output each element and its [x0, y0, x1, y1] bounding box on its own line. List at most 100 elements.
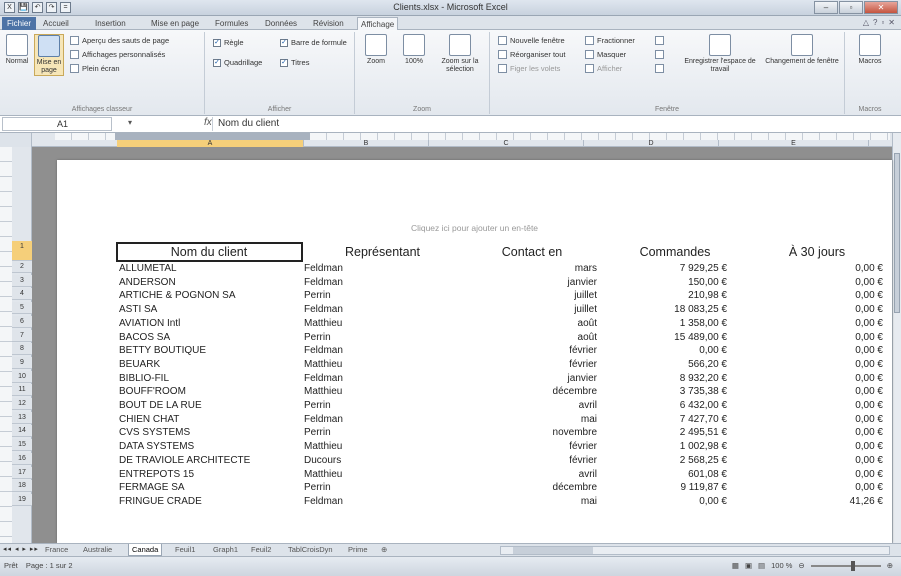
close-workbook-icon[interactable]: ✕: [888, 18, 895, 27]
row-header[interactable]: 8: [12, 343, 32, 356]
row-header[interactable]: 13: [12, 411, 32, 424]
zoom-slider[interactable]: [810, 560, 881, 571]
page-layout-view-button[interactable]: Mise en page: [34, 34, 64, 76]
sheet-nav-buttons[interactable]: ◂◂ ◂ ▸ ▸▸: [3, 545, 39, 553]
switch-windows-button[interactable]: Changement de fenêtre: [762, 34, 842, 66]
cell-client-name[interactable]: BIBLIO-FIL: [119, 372, 299, 385]
row-header[interactable]: 10: [12, 370, 32, 383]
cell-contact-month[interactable]: février: [445, 440, 597, 453]
cell-a-30-jours[interactable]: 0,00 €: [733, 289, 883, 302]
row-header[interactable]: 1: [12, 241, 32, 261]
close-button[interactable]: ✕: [864, 1, 898, 14]
help-icon[interactable]: ?: [873, 18, 877, 27]
cell-a-30-jours[interactable]: 0,00 €: [733, 358, 883, 371]
horizontal-scroll-thumb[interactable]: [513, 547, 593, 554]
insert-function-button[interactable]: fx: [204, 117, 212, 128]
cell-client-name[interactable]: ALLUMETAL: [119, 262, 299, 275]
minimize-ribbon-icon[interactable]: △: [863, 18, 869, 27]
tab-insertion[interactable]: Insertion: [92, 17, 129, 30]
sheet-tab-prime[interactable]: Prime: [345, 544, 371, 556]
sheet-tab-australie[interactable]: Australie: [80, 544, 115, 556]
cell-representant[interactable]: Feldman: [304, 303, 434, 316]
cell-client-name[interactable]: DE TRAVIOLE ARCHITECTE: [119, 454, 299, 467]
row-header[interactable]: 3: [12, 274, 32, 287]
row-header[interactable]: 15: [12, 439, 32, 452]
cell-contact-month[interactable]: juillet: [445, 303, 597, 316]
macros-button[interactable]: Macros: [851, 34, 889, 66]
scroll-thumb[interactable]: [894, 153, 900, 313]
row-header[interactable]: 11: [12, 384, 32, 397]
column-header-a[interactable]: A: [117, 140, 304, 147]
cell-contact-month[interactable]: février: [445, 454, 597, 467]
cell-commandes[interactable]: 18 083,25 €: [599, 303, 727, 316]
normal-view-status-icon[interactable]: ▦: [732, 561, 739, 570]
cell-client-name[interactable]: AVIATION Intl: [119, 317, 299, 330]
maximize-button[interactable]: ▫: [839, 1, 863, 14]
cell-client-name[interactable]: FERMAGE SA: [119, 481, 299, 494]
cell-client-name[interactable]: BETTY BOUTIQUE: [119, 344, 299, 357]
horizontal-scrollbar[interactable]: [500, 546, 890, 555]
chevron-down-icon[interactable]: ▾: [128, 118, 132, 127]
cell-representant[interactable]: Feldman: [304, 372, 434, 385]
cell-commandes[interactable]: 601,08 €: [599, 468, 727, 481]
gridlines-checkbox[interactable]: ✓ Quadrillage: [213, 58, 262, 67]
cell-client-name[interactable]: BOUT DE LA RUE: [119, 399, 299, 412]
cell-a-30-jours[interactable]: 0,00 €: [733, 276, 883, 289]
tab-formules[interactable]: Formules: [212, 17, 251, 30]
row-header[interactable]: 4: [12, 288, 32, 301]
cell-a-30-jours[interactable]: 0,00 €: [733, 385, 883, 398]
cell-contact-month[interactable]: février: [445, 358, 597, 371]
row-header[interactable]: 12: [12, 398, 32, 410]
column-header-d[interactable]: D: [584, 140, 719, 147]
cell-commandes[interactable]: 9 119,87 €: [599, 481, 727, 494]
cell-a-30-jours[interactable]: 0,00 €: [733, 317, 883, 330]
header-representant[interactable]: Représentant: [305, 242, 460, 262]
cell-commandes[interactable]: 15 489,00 €: [599, 331, 727, 344]
cell-representant[interactable]: Feldman: [304, 495, 434, 508]
tab-mise-en-page[interactable]: Mise en page: [148, 17, 202, 30]
row-header[interactable]: 7: [12, 329, 32, 342]
minimize-button[interactable]: –: [814, 1, 838, 14]
cell-commandes[interactable]: 0,00 €: [599, 495, 727, 508]
cell-client-name[interactable]: ARTICHE & POGNON SA: [119, 289, 299, 302]
cell-representant[interactable]: Feldman: [304, 413, 434, 426]
zoom-out-button[interactable]: ⊖: [798, 561, 804, 570]
cell-a-30-jours[interactable]: 0,00 €: [733, 399, 883, 412]
cell-a-30-jours[interactable]: 0,00 €: [733, 413, 883, 426]
cell-contact-month[interactable]: février: [445, 344, 597, 357]
full-screen-button[interactable]: Plein écran: [70, 64, 120, 73]
tab-fichier[interactable]: Fichier: [2, 17, 37, 30]
row-header[interactable]: 5: [12, 302, 32, 315]
cell-representant[interactable]: Matthieu: [304, 440, 434, 453]
vertical-scrollbar[interactable]: [892, 133, 901, 543]
cell-commandes[interactable]: 210,98 €: [599, 289, 727, 302]
cell-a-30-jours[interactable]: 0,00 €: [733, 454, 883, 467]
cell-representant[interactable]: Perrin: [304, 426, 434, 439]
header-commandes[interactable]: Commandes: [605, 242, 745, 262]
cell-representant[interactable]: Perrin: [304, 399, 434, 412]
header-contact[interactable]: Contact en: [462, 242, 602, 262]
zoom-slider-thumb[interactable]: [850, 560, 855, 571]
cell-contact-month[interactable]: décembre: [445, 481, 597, 494]
cell-client-name[interactable]: ANDERSON: [119, 276, 299, 289]
cell-commandes[interactable]: 1 002,98 €: [599, 440, 727, 453]
cell-a-30-jours[interactable]: 0,00 €: [733, 344, 883, 357]
freeze-panes-button[interactable]: Figer les volets: [498, 64, 560, 73]
cell-representant[interactable]: Matthieu: [304, 358, 434, 371]
column-header-b[interactable]: B: [304, 140, 429, 147]
cell-representant[interactable]: Feldman: [304, 344, 434, 357]
cell-client-name[interactable]: DATA SYSTEMS: [119, 440, 299, 453]
sheet-tab-canada[interactable]: Canada: [128, 544, 163, 556]
sheet-tab-feuil2[interactable]: Feuil2: [248, 544, 274, 556]
cell-a-30-jours[interactable]: 0,00 €: [733, 426, 883, 439]
cell-contact-month[interactable]: décembre: [445, 385, 597, 398]
sync-scroll-icon[interactable]: [655, 50, 664, 59]
tab-donnees[interactable]: Données: [262, 17, 300, 30]
cell-client-name[interactable]: ASTI SA: [119, 303, 299, 316]
cell-commandes[interactable]: 7 427,70 €: [599, 413, 727, 426]
cell-client-name[interactable]: BEUARK: [119, 358, 299, 371]
cell-contact-month[interactable]: janvier: [445, 372, 597, 385]
new-window-button[interactable]: Nouvelle fenêtre: [498, 36, 565, 45]
cell-client-name[interactable]: BOUFF'ROOM: [119, 385, 299, 398]
cell-contact-month[interactable]: mai: [445, 495, 597, 508]
